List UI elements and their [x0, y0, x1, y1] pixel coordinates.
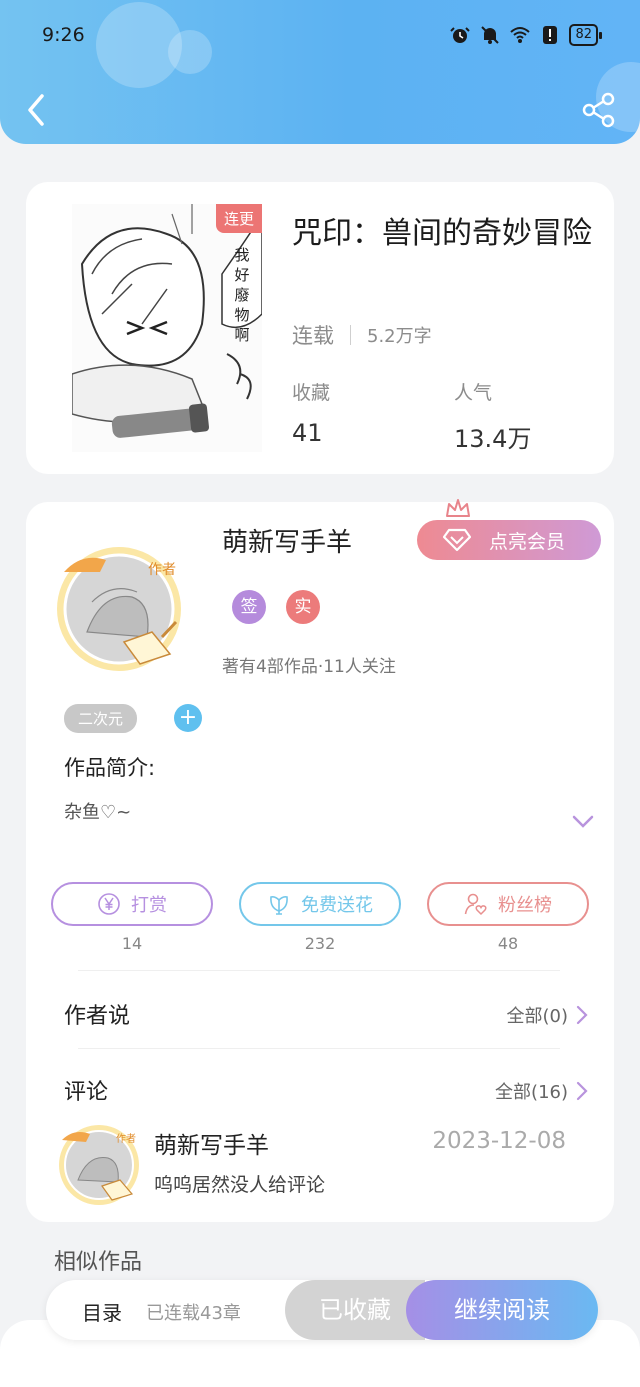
stat-value: 13.4万 — [454, 425, 532, 453]
author-works-info: 著有4部作品·11人关注 — [222, 657, 396, 677]
stat-label: 人气 — [454, 382, 493, 404]
flower-icon — [270, 896, 288, 915]
section-divider — [78, 970, 560, 971]
wifi-icon — [510, 27, 531, 43]
chapter-count: 已连载43章 — [146, 1303, 241, 1324]
fan-ranking-count: 48 — [497, 934, 519, 953]
continue-reading-button[interactable]: 继续阅读 — [406, 1280, 598, 1340]
author-says-all-label: 全部(0) — [506, 1006, 569, 1027]
book-status: 连载 — [292, 324, 334, 348]
top-header: 9:26 82 — [0, 0, 640, 144]
alert-icon — [543, 26, 558, 44]
cover-text: 我 好 廢 物 啊 — [234, 246, 249, 344]
comments-all-label: 全部(16) — [495, 1082, 568, 1103]
chevron-right-icon — [576, 1081, 588, 1101]
comments-title: 评论 — [64, 1080, 109, 1105]
stat-label: 收藏 — [292, 382, 331, 404]
book-title: 咒印：兽间的奇妙冒险 — [292, 216, 592, 251]
chevron-right-icon — [576, 1005, 588, 1025]
reward-button[interactable]: 打赏 — [51, 882, 213, 926]
bottom-action-bar: 目录 已连载43章 已收藏 继续阅读 — [46, 1280, 598, 1340]
share-button[interactable] — [582, 92, 616, 128]
comment-text: 呜呜居然没人给评论 — [154, 1174, 326, 1196]
book-info-card: 我 好 廢 物 啊 连更 咒印：兽间的奇妙冒险 连载 5.2万字 收藏 41 人… — [26, 182, 614, 474]
bell-muted-icon — [481, 26, 500, 44]
svg-text:啊: 啊 — [234, 326, 249, 344]
author-says-title: 作者说 — [64, 1004, 131, 1029]
light-up-vip-button[interactable]: 点亮会员 — [417, 520, 601, 560]
book-cover[interactable]: 我 好 廢 物 啊 连更 — [72, 204, 262, 452]
fan-ranking-label: 粉丝榜 — [498, 895, 552, 916]
free-flower-button[interactable]: 免费送花 — [239, 882, 401, 926]
stat-value: 41 — [292, 419, 323, 447]
status-time: 9:26 — [42, 24, 85, 46]
stat-favorites: 收藏 41 — [292, 378, 330, 447]
vip-button-label: 点亮会员 — [489, 530, 566, 553]
author-says-all-link[interactable]: 全部(0) — [507, 1002, 589, 1028]
reward-label: 打赏 — [131, 895, 167, 916]
expand-chevron-down-icon[interactable] — [572, 814, 594, 830]
signed-badge: 签 — [232, 590, 266, 624]
yen-coin-icon — [98, 893, 120, 915]
back-button[interactable] — [22, 92, 52, 128]
section-divider — [78, 1048, 560, 1049]
fan-person-icon — [464, 893, 487, 916]
comment-avatar[interactable]: 作者 — [56, 1122, 142, 1208]
battery-icon: 82 — [569, 24, 602, 46]
add-tag-button[interactable]: + — [174, 704, 202, 732]
intro-text: 杂鱼♡~ — [64, 802, 132, 823]
verified-badge: 实 — [286, 590, 320, 624]
svg-text:好: 好 — [234, 266, 249, 284]
similar-works-title: 相似作品 — [54, 1250, 143, 1275]
book-word-count: 5.2万字 — [367, 326, 432, 347]
toc-button[interactable]: 目录 — [82, 1297, 122, 1326]
author-avatar[interactable]: 作者 — [52, 542, 186, 676]
alarm-icon — [450, 27, 471, 43]
comment-author-name: 萌新写手羊 — [154, 1133, 269, 1159]
reward-count: 14 — [121, 934, 143, 953]
serial-update-tag: 连更 — [215, 204, 262, 233]
collected-button[interactable]: 已收藏 — [285, 1280, 425, 1340]
svg-text:我: 我 — [234, 246, 249, 264]
decor-bubble — [168, 30, 212, 74]
comment-avatar-tag: 作者 — [116, 1133, 136, 1145]
stat-popularity: 人气 13.4万 — [454, 378, 531, 454]
comment-date: 2023-12-08 — [432, 1128, 566, 1154]
diamond-icon — [443, 528, 471, 552]
avatar-author-tag: 作者 — [148, 562, 176, 578]
cover-illustration: 我 好 廢 物 啊 — [72, 204, 262, 452]
free-flower-count: 232 — [304, 934, 336, 953]
meta-divider — [350, 325, 351, 345]
svg-text:物: 物 — [234, 306, 249, 324]
fan-ranking-button[interactable]: 粉丝榜 — [427, 882, 589, 926]
book-meta: 连载 5.2万字 — [292, 320, 432, 350]
free-flower-label: 免费送花 — [301, 895, 373, 916]
svg-text:廢: 廢 — [234, 286, 249, 304]
genre-tag[interactable]: 二次元 — [64, 704, 138, 733]
intro-label: 作品简介: — [64, 756, 156, 780]
author-card: 作者 萌新写手羊 点亮会员 签 实 著有4部作品·11人关注 二次元 + 作品简… — [26, 499, 614, 1222]
comments-all-link[interactable]: 全部(16) — [495, 1078, 588, 1104]
status-icons: 82 — [449, 24, 602, 46]
author-name: 萌新写手羊 — [222, 528, 353, 558]
crown-icon — [446, 499, 470, 517]
